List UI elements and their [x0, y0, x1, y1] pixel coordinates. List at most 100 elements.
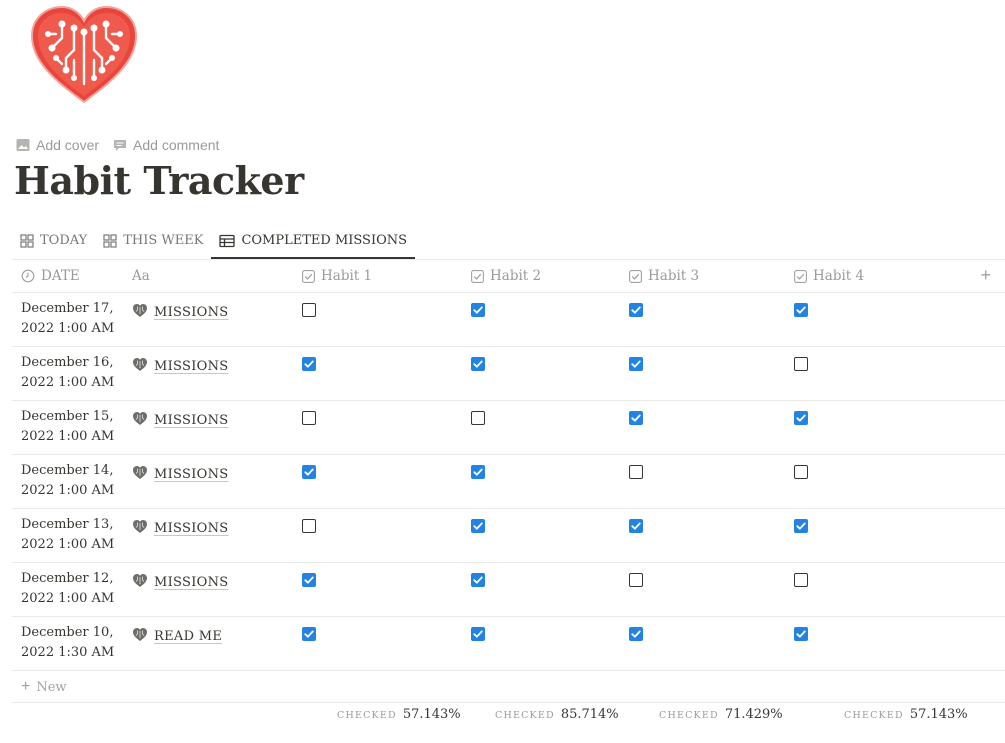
date-cell[interactable]: December 14, 2022 1:00 AM	[21, 461, 114, 501]
checkbox-property-icon	[794, 269, 807, 283]
habit4-checkbox[interactable]	[794, 627, 808, 641]
page-link[interactable]: READ ME	[132, 627, 222, 646]
clock-icon	[21, 269, 35, 283]
gallery-icon	[103, 233, 117, 248]
habit4-checkbox[interactable]	[794, 411, 808, 425]
column-header-name-label: Aa	[132, 268, 150, 284]
habit2-checkbox[interactable]	[471, 465, 485, 479]
habit1-checkbox[interactable]	[302, 303, 316, 317]
column-header-habit1[interactable]: Habit 1	[302, 268, 372, 284]
habit3-checkbox[interactable]	[629, 411, 643, 425]
calc-habit4[interactable]: CHECKED 57.143%	[844, 707, 968, 722]
plus-icon: +	[21, 678, 31, 695]
column-header-habit4[interactable]: Habit 4	[794, 268, 864, 284]
habit3-checkbox[interactable]	[629, 357, 643, 371]
table-row[interactable]: December 12, 2022 1:00 AM MISSIONS	[12, 563, 1005, 617]
habit2-checkbox[interactable]	[471, 303, 485, 317]
date-line: December 12,	[21, 571, 114, 586]
page-link-label: MISSIONS	[154, 575, 229, 590]
date-cell[interactable]: December 10, 2022 1:30 AM	[21, 623, 114, 663]
habit2-checkbox[interactable]	[471, 627, 485, 641]
habit1-checkbox[interactable]	[302, 357, 316, 371]
page-link[interactable]: MISSIONS	[132, 465, 229, 484]
habit3-checkbox[interactable]	[629, 303, 643, 317]
column-header-name[interactable]: Aa	[132, 268, 150, 284]
table-row[interactable]: December 17, 2022 1:00 AM MISSIONS	[12, 293, 1005, 347]
page-title[interactable]: Habit Tracker	[14, 158, 304, 203]
page-heart-circuit-icon[interactable]	[26, 4, 142, 106]
table-row[interactable]: December 16, 2022 1:00 AM MISSIONS	[12, 347, 1005, 401]
habit2-checkbox[interactable]	[471, 573, 485, 587]
column-header-date-label: DATE	[41, 268, 80, 284]
date-cell[interactable]: December 12, 2022 1:00 AM	[21, 569, 114, 609]
habit4-checkbox[interactable]	[794, 573, 808, 587]
habit2-checkbox[interactable]	[471, 411, 485, 425]
habit4-checkbox[interactable]	[794, 465, 808, 479]
habit1-checkbox[interactable]	[302, 627, 316, 641]
column-header-date[interactable]: DATE	[21, 268, 80, 284]
add-property-plus-icon[interactable]: +	[980, 265, 991, 286]
habit3-checkbox[interactable]	[629, 465, 643, 479]
calc-habit1[interactable]: CHECKED 57.143%	[337, 707, 461, 722]
calc-label: CHECKED	[659, 710, 719, 721]
calc-label: CHECKED	[337, 710, 397, 721]
table-row[interactable]: December 13, 2022 1:00 AM MISSIONS	[12, 509, 1005, 563]
new-row-content: + New	[21, 678, 67, 696]
column-header-habit2[interactable]: Habit 2	[471, 268, 541, 284]
column-header-habit3[interactable]: Habit 3	[629, 268, 699, 284]
heart-page-icon	[132, 627, 148, 646]
table-row[interactable]: December 10, 2022 1:30 AM READ ME	[12, 617, 1005, 671]
calc-habit3[interactable]: CHECKED 71.429%	[659, 707, 783, 722]
time-line: 2022 1:00 AM	[21, 321, 115, 336]
habit1-checkbox[interactable]	[302, 411, 316, 425]
add-cover-label: Add cover	[36, 137, 100, 153]
new-row-button[interactable]: + New	[12, 671, 1005, 703]
habit3-checkbox[interactable]	[629, 573, 643, 587]
habit1-checkbox[interactable]	[302, 519, 316, 533]
date-cell[interactable]: December 13, 2022 1:00 AM	[21, 515, 114, 555]
table-row[interactable]: December 14, 2022 1:00 AM MISSIONS	[12, 455, 1005, 509]
image-icon	[16, 139, 30, 151]
tab-completed-missions-label: COMPLETED MISSIONS	[241, 233, 408, 248]
time-line: 2022 1:00 AM	[21, 375, 115, 390]
habit3-checkbox[interactable]	[629, 627, 643, 641]
page-link-label: MISSIONS	[154, 467, 229, 482]
calc-value: 57.143%	[402, 707, 461, 722]
habit4-checkbox[interactable]	[794, 519, 808, 533]
date-cell[interactable]: December 15, 2022 1:00 AM	[21, 407, 114, 447]
habit4-checkbox[interactable]	[794, 303, 808, 317]
date-cell[interactable]: December 17, 2022 1:00 AM	[21, 299, 114, 339]
habit1-checkbox[interactable]	[302, 573, 316, 587]
calc-value: 57.143%	[909, 707, 968, 722]
habit2-checkbox[interactable]	[471, 519, 485, 533]
tab-today-label: TODAY	[40, 233, 88, 248]
page-link[interactable]: MISSIONS	[132, 303, 229, 322]
view-tabs: TODAY THIS WEEK COMPLETED MISSIONS	[12, 224, 1005, 260]
tab-completed-missions[interactable]: COMPLETED MISSIONS	[211, 224, 416, 259]
habit2-checkbox[interactable]	[471, 357, 485, 371]
calc-habit2[interactable]: CHECKED 85.714%	[495, 707, 619, 722]
tab-this-week[interactable]: THIS WEEK	[95, 224, 211, 257]
date-line: December 15,	[21, 409, 114, 424]
habit4-checkbox[interactable]	[794, 357, 808, 371]
date-line: December 17,	[21, 301, 114, 316]
page-link[interactable]: MISSIONS	[132, 411, 229, 430]
heart-page-icon	[132, 573, 148, 592]
date-cell[interactable]: December 16, 2022 1:00 AM	[21, 353, 114, 393]
heart-page-icon	[132, 357, 148, 376]
page-link[interactable]: MISSIONS	[132, 357, 229, 376]
page-link[interactable]: MISSIONS	[132, 573, 229, 592]
page-link[interactable]: MISSIONS	[132, 519, 229, 538]
add-cover-button[interactable]: Add cover	[16, 137, 99, 153]
checkbox-property-icon	[629, 269, 642, 283]
column-header-habit2-label: Habit 2	[490, 268, 542, 284]
date-line: December 16,	[21, 355, 114, 370]
tab-today[interactable]: TODAY	[12, 224, 95, 257]
table-row[interactable]: December 15, 2022 1:00 AM MISSIONS	[12, 401, 1005, 455]
habit3-checkbox[interactable]	[629, 519, 643, 533]
calc-label: CHECKED	[495, 710, 555, 721]
add-comment-button[interactable]: Add comment	[113, 137, 219, 153]
calculation-footer: CHECKED 57.143% CHECKED 85.714% CHECKED …	[12, 705, 1005, 727]
time-line: 2022 1:00 AM	[21, 483, 115, 498]
habit1-checkbox[interactable]	[302, 465, 316, 479]
